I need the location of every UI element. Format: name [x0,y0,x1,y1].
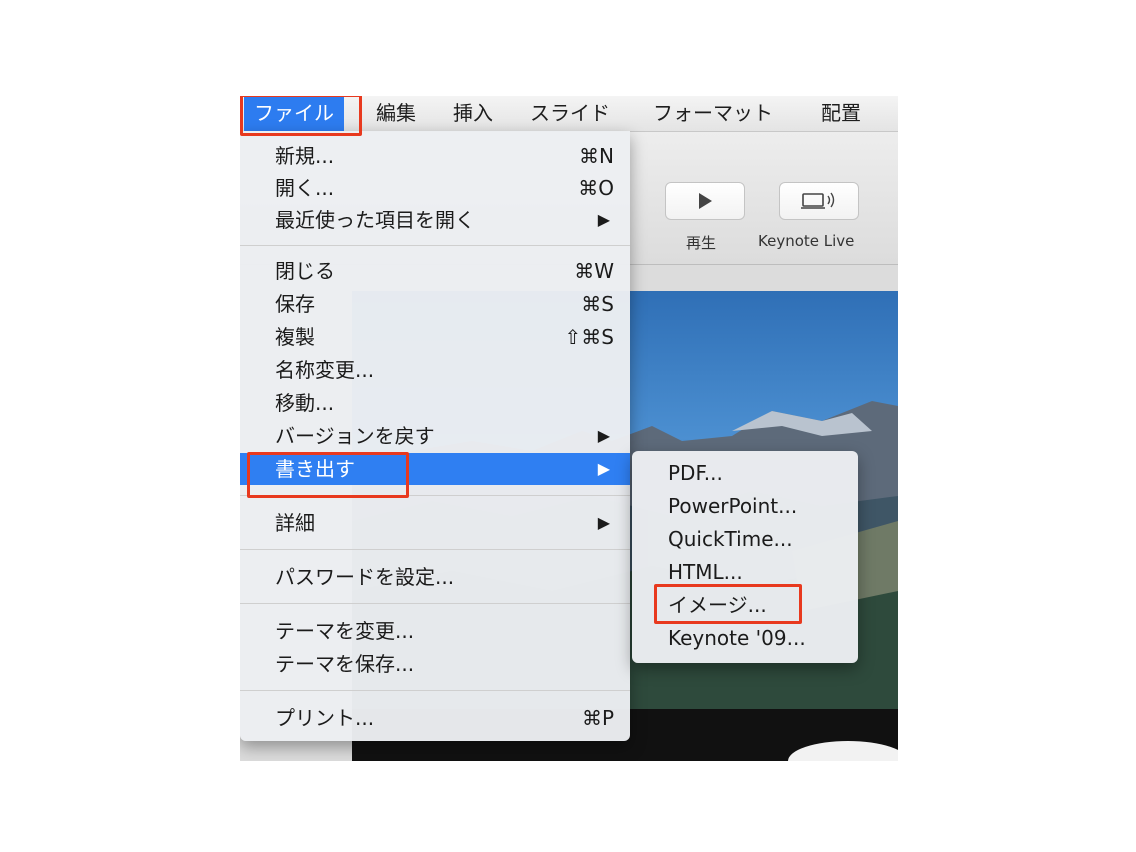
menu-item-open[interactable]: 開く... ⌘O [240,172,630,204]
export-pdf[interactable]: PDF... [668,457,723,490]
submenu-arrow-icon: ▶ [597,513,610,532]
menu-item-set-password[interactable]: パスワードを設定... [240,561,630,593]
menu-item-change-theme[interactable]: テーマを変更... [240,615,630,647]
shortcut-label: ⌘P [581,706,614,730]
export-submenu: PDF... PowerPoint... QuickTime... HTML..… [632,451,858,663]
menu-separator [240,245,630,246]
keynote-live-label: Keynote Live [758,232,855,250]
shortcut-label: ⌘S [581,292,614,316]
menu-item-save[interactable]: 保存 ⌘S [240,288,630,320]
menu-item-close[interactable]: 閉じる ⌘W [240,255,630,287]
shortcut-label: ⌘O [578,176,614,200]
keynote-window: 再生 Keynote Live ファイル 編集 挿入 スライド フォーマット 配… [240,96,898,761]
play-icon [699,193,712,209]
menu-item-save-theme[interactable]: テーマを保存... [240,648,630,680]
menu-separator [240,549,630,550]
menu-item-duplicate[interactable]: 複製 ⇧⌘S [240,321,630,353]
annotation-box-image [654,584,802,624]
menu-item-revert[interactable]: バージョンを戻す ▶ [240,420,630,452]
shortcut-label: ⇧⌘S [564,325,614,349]
submenu-arrow-icon: ▶ [597,426,610,445]
annotation-box-export [247,452,409,498]
keynote-live-icon [801,192,835,209]
play-button[interactable] [665,182,745,220]
menu-edit[interactable]: 編集 [376,96,416,131]
menu-separator [240,690,630,691]
annotation-box-file [240,96,362,136]
menu-item-move[interactable]: 移動... [240,387,630,419]
menu-item-open-recent[interactable]: 最近使った項目を開く ▶ [240,204,630,236]
export-keynote09[interactable]: Keynote '09... [668,622,806,655]
menu-arrange[interactable]: 配置 [821,96,861,131]
menu-item-print[interactable]: プリント... ⌘P [240,702,630,734]
file-menu: 新規... ⌘N 開く... ⌘O 最近使った項目を開く ▶ 閉じる ⌘W 保存… [240,131,630,741]
submenu-arrow-icon: ▶ [597,459,610,478]
menu-item-new[interactable]: 新規... ⌘N [240,140,630,172]
play-label: 再生 [686,234,717,252]
menu-insert[interactable]: 挿入 [453,96,493,131]
menu-item-advanced[interactable]: 詳細 ▶ [240,507,630,539]
export-quicktime[interactable]: QuickTime... [668,523,793,556]
menu-separator [240,603,630,604]
keynote-live-button[interactable] [779,182,859,220]
submenu-arrow-icon: ▶ [597,210,610,229]
menu-slide[interactable]: スライド [530,96,610,131]
menu-format[interactable]: フォーマット [653,96,773,131]
shortcut-label: ⌘N [579,144,614,168]
export-powerpoint[interactable]: PowerPoint... [668,490,797,523]
shortcut-label: ⌘W [574,259,614,283]
menu-item-rename[interactable]: 名称変更... [240,354,630,386]
